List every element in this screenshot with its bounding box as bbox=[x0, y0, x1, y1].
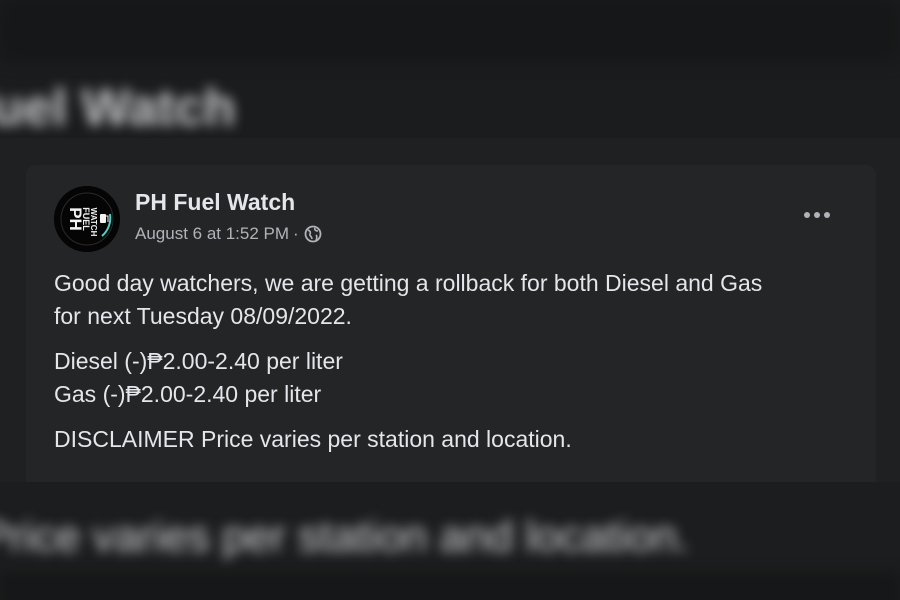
background-blurred-disclaimer: Price varies per station and location. bbox=[0, 512, 690, 561]
globe-icon[interactable] bbox=[304, 225, 322, 243]
post-timestamp[interactable]: August 6 at 1:52 PM bbox=[135, 224, 289, 244]
avatar[interactable]: PH FUEL WATCH bbox=[54, 186, 120, 252]
more-options-button[interactable] bbox=[796, 200, 838, 230]
avatar-logo-icon: PH FUEL WATCH bbox=[54, 186, 120, 252]
post-meta: August 6 at 1:52 PM · bbox=[135, 224, 322, 244]
post-disclaimer-paragraph: DISCLAIMER Price varies per station and … bbox=[54, 423, 854, 456]
background-bottom-band: Price varies per station and location. bbox=[0, 482, 900, 600]
avatar-text-watch: WATCH bbox=[89, 208, 98, 237]
meta-separator: · bbox=[293, 224, 299, 243]
background-top-shade bbox=[0, 0, 900, 60]
background-top-band: Fuel Watch bbox=[0, 0, 900, 138]
post-prices-paragraph: Diesel (-)₱2.00-2.40 per liter Gas (-)₱2… bbox=[54, 345, 854, 411]
post-body: Good day watchers, we are getting a roll… bbox=[54, 267, 854, 468]
background-blurred-title: Fuel Watch bbox=[0, 79, 236, 137]
diesel-price-line: Diesel (-)₱2.00-2.40 per liter bbox=[54, 348, 343, 374]
post-intro-paragraph: Good day watchers, we are getting a roll… bbox=[54, 267, 854, 333]
more-options-icon bbox=[804, 212, 830, 218]
fuel-pump-icon bbox=[100, 214, 106, 223]
post-intro-line-1: Good day watchers, we are getting a roll… bbox=[54, 270, 763, 296]
gas-price-line: Gas (-)₱2.00-2.40 per liter bbox=[54, 381, 322, 407]
disclaimer-line: DISCLAIMER Price varies per station and … bbox=[54, 426, 572, 452]
background-bottom-shade bbox=[0, 572, 900, 600]
post-intro-line-2: for next Tuesday 08/09/2022. bbox=[54, 303, 352, 329]
post-author-name[interactable]: PH Fuel Watch bbox=[135, 189, 295, 216]
post-card: PH FUEL WATCH PH Fuel Watch August 6 at … bbox=[26, 165, 876, 495]
